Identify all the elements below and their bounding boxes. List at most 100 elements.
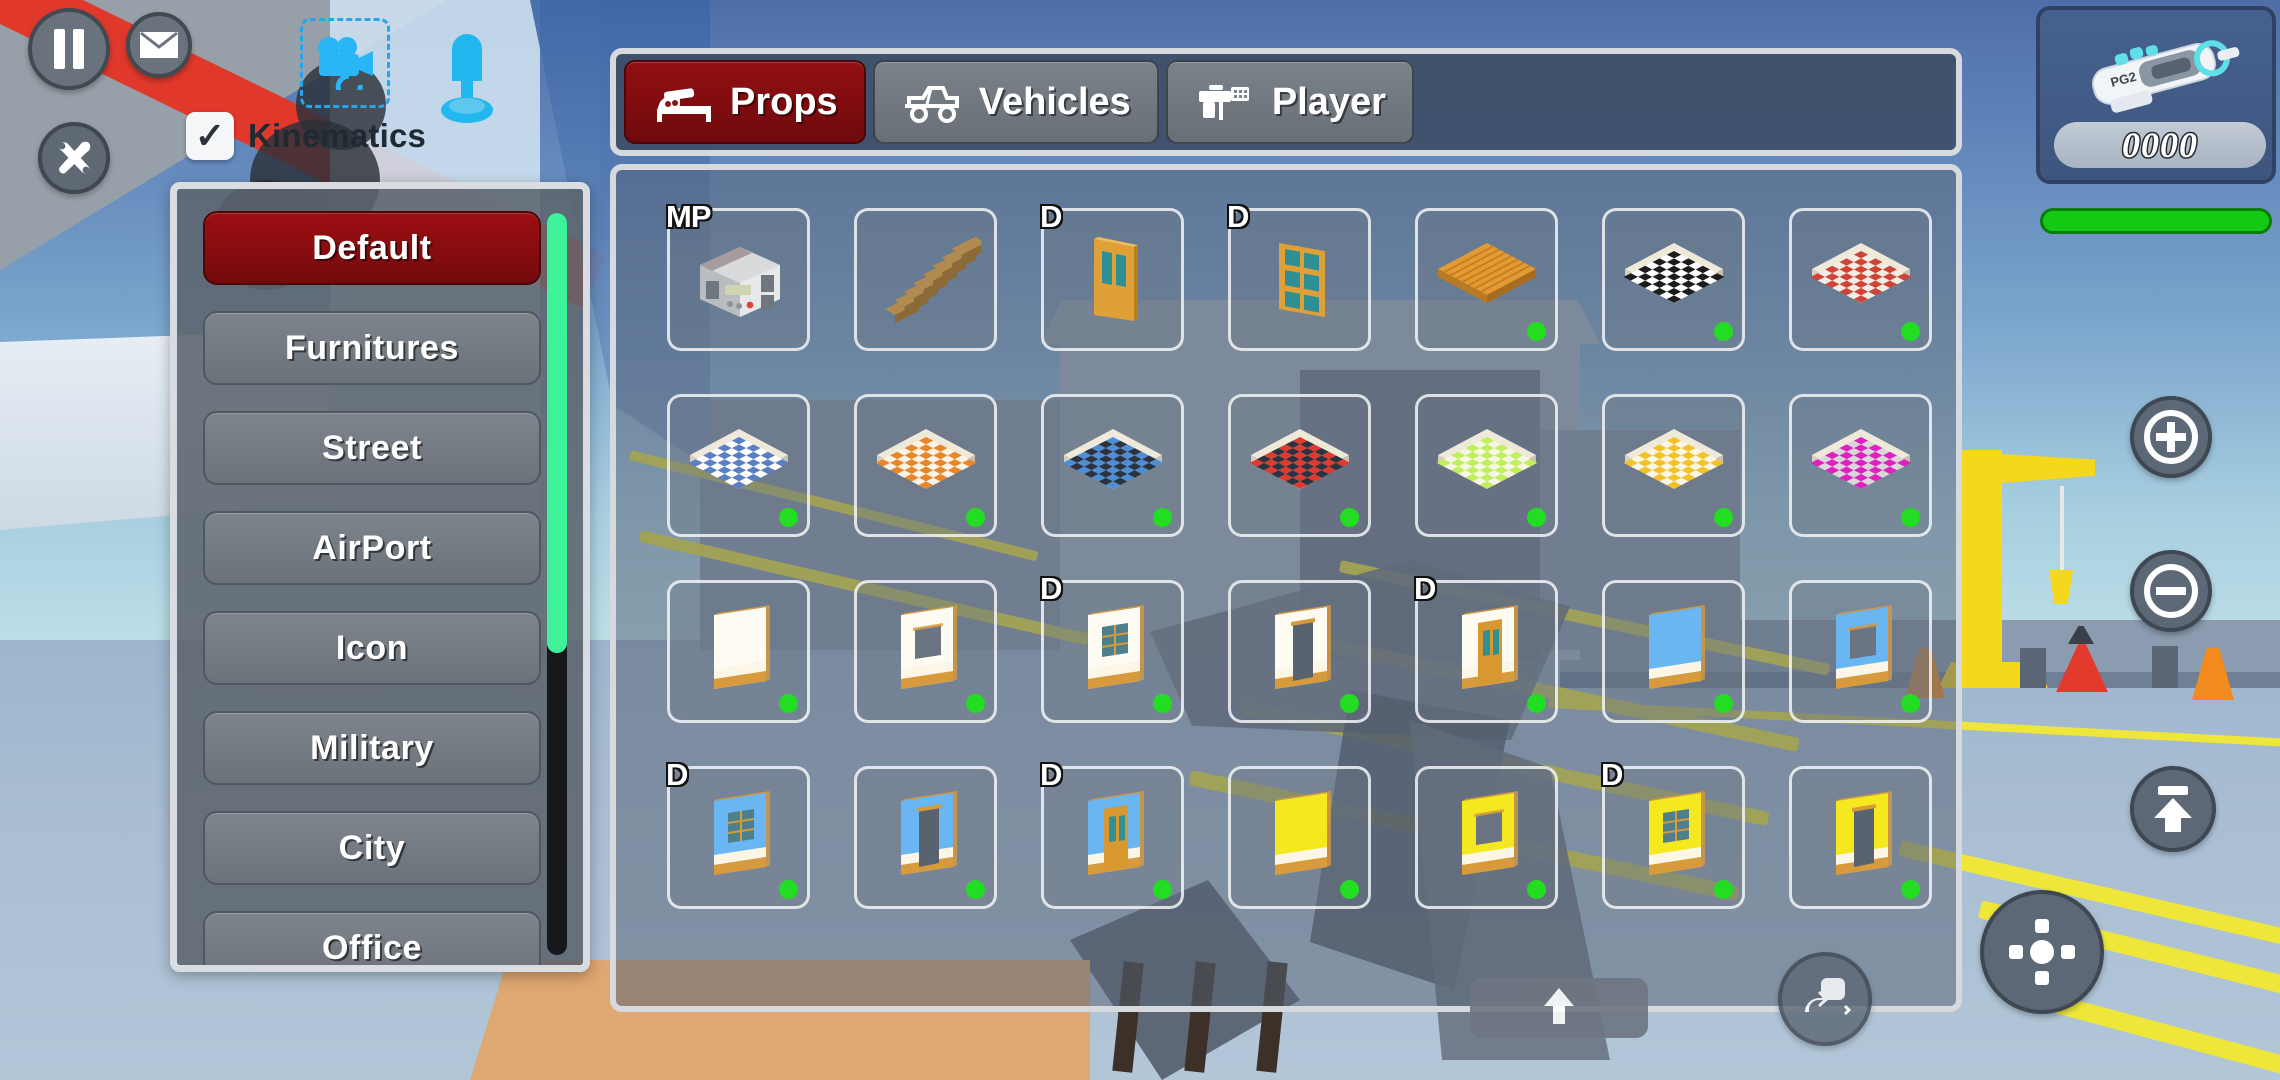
jump-button[interactable]: [2130, 766, 2216, 852]
tab-player[interactable]: Player: [1165, 60, 1414, 144]
zoom-out-button[interactable]: [2130, 550, 2212, 632]
grid-item-checker-floor-green[interactable]: [1415, 394, 1558, 537]
minus-icon: [2142, 562, 2200, 620]
zoom-in-button[interactable]: [2130, 396, 2212, 478]
grid-item-wall-white-wood-door[interactable]: D: [1414, 571, 1558, 723]
grid-item-wooden-door[interactable]: D: [1040, 199, 1184, 351]
rotate-icon: [1797, 972, 1853, 1026]
prop-browser-panel: Props Vehicles Player MP D D D D D D D: [600, 48, 1962, 1012]
item-available-dot: [1901, 880, 1920, 899]
grid-item-boombox[interactable]: MP: [666, 199, 810, 351]
grid-item-wall-plain-white[interactable]: [667, 580, 810, 723]
jeep-icon: [901, 78, 963, 126]
grid-item-checker-floor-magenta[interactable]: [1789, 394, 1932, 537]
grid-item-checker-floor-orange[interactable]: [854, 394, 997, 537]
grid-item-checker-floor-yellow[interactable]: [1602, 394, 1745, 537]
wall-white-doorway-icon: [1245, 597, 1355, 707]
category-scrollbar[interactable]: [547, 213, 567, 955]
rotate-button[interactable]: [1778, 952, 1872, 1046]
category-item-military[interactable]: Military: [203, 711, 541, 785]
grid-item-checker-floor-red[interactable]: [1789, 208, 1932, 351]
move-pad[interactable]: [1980, 890, 2104, 1014]
category-item-icon[interactable]: Icon: [203, 611, 541, 685]
checker-floor-yellow-icon: [1619, 411, 1729, 521]
health-bar: [2040, 208, 2272, 234]
grid-item-wooden-stairs[interactable]: [854, 208, 997, 351]
tab-props[interactable]: Props: [624, 60, 866, 144]
grid-item-wall-blue-window[interactable]: D: [666, 757, 810, 909]
item-available-dot: [1527, 694, 1546, 713]
category-label: Military: [310, 728, 434, 767]
check-icon: ✓: [194, 115, 226, 156]
wooden-door-icon: [1058, 225, 1168, 335]
grid-item-checker-floor-blue-light[interactable]: [667, 394, 810, 537]
grid-item-wall-white-window[interactable]: D: [1040, 571, 1184, 723]
mail-button[interactable]: [126, 12, 192, 78]
item-available-dot: [966, 880, 985, 899]
wall-blue-window-icon: [684, 783, 794, 893]
checker-floor-green-icon: [1432, 411, 1542, 521]
grid-item-checker-floor-black[interactable]: [1602, 208, 1745, 351]
tab-label: Vehicles: [978, 80, 1131, 123]
grid-item-wall-yellow-plain[interactable]: [1228, 766, 1371, 909]
ammo-counter: 0000: [2121, 124, 2199, 167]
category-label: City: [338, 828, 406, 867]
item-available-dot: [966, 508, 985, 527]
category-label: Icon: [335, 628, 409, 667]
grid-item-wall-white-doorway[interactable]: [1228, 580, 1371, 723]
category-label: Default: [312, 228, 432, 267]
item-available-dot: [1340, 508, 1359, 527]
category-item-default[interactable]: Default: [203, 211, 541, 285]
wall-yellow-doorway-icon: [1806, 783, 1916, 893]
grid-item-wood-plank-floor[interactable]: [1415, 208, 1558, 351]
category-item-furnitures[interactable]: Furnitures: [203, 311, 541, 385]
grid-item-wall-blue-wood-door[interactable]: D: [1040, 757, 1184, 909]
raise-panel-button[interactable]: [1470, 978, 1648, 1038]
wall-yellow-window-icon: [1619, 783, 1729, 893]
kinematics-checkbox[interactable]: ✓: [186, 112, 234, 160]
category-item-airport[interactable]: AirPort: [203, 511, 541, 585]
wall-white-opening-icon: [871, 597, 981, 707]
bollard-2: [2152, 646, 2178, 688]
grid-item-wall-blue-opening[interactable]: [1789, 580, 1932, 723]
category-list: Default Furnitures Street AirPort Icon M…: [203, 211, 541, 965]
grid-item-wall-yellow-opening[interactable]: [1415, 766, 1558, 909]
tab-label: Props: [730, 80, 838, 123]
category-panel: Default Furnitures Street AirPort Icon M…: [170, 182, 590, 972]
category-item-street[interactable]: Street: [203, 411, 541, 485]
bollard-1: [2020, 648, 2046, 688]
grid-item-wall-white-opening[interactable]: [854, 580, 997, 723]
grid-item-wall-yellow-doorway[interactable]: [1789, 766, 1932, 909]
envelope-icon: [139, 30, 179, 60]
item-available-dot: [1901, 322, 1920, 341]
item-available-dot: [779, 508, 798, 527]
checker-floor-black-icon: [1619, 225, 1729, 335]
grid-item-checker-floor-red-dark[interactable]: [1228, 394, 1371, 537]
kinematics-toggle[interactable]: ✓ Kinematics: [186, 112, 426, 160]
grid-item-checker-floor-blue-dark[interactable]: [1041, 394, 1184, 537]
grid-item-wall-blue-glass[interactable]: [1602, 580, 1745, 723]
item-available-dot: [1340, 880, 1359, 899]
up-arrow-icon: [1542, 986, 1576, 1031]
player-tool-button[interactable]: [432, 30, 502, 126]
camera-tool-button[interactable]: [300, 18, 390, 108]
item-available-dot: [1714, 508, 1733, 527]
grid-item-wall-blue-doorway[interactable]: [854, 766, 997, 909]
grid-item-wall-yellow-window[interactable]: D: [1601, 757, 1745, 909]
plus-icon: [2142, 408, 2200, 466]
up-arrow-icon: [2150, 784, 2196, 834]
category-label: Furnitures: [284, 328, 460, 367]
checker-floor-orange-icon: [871, 411, 981, 521]
category-scrollbar-thumb[interactable]: [547, 213, 567, 653]
category-label: Street: [322, 428, 422, 467]
item-available-dot: [1153, 880, 1172, 899]
weapon-icon: PG2: [2068, 28, 2254, 118]
tools-button[interactable]: [38, 122, 110, 194]
tab-vehicles[interactable]: Vehicles: [872, 60, 1159, 144]
wall-blue-glass-icon: [1619, 597, 1729, 707]
grid-item-wooden-window[interactable]: D: [1227, 199, 1371, 351]
category-item-office[interactable]: Office: [203, 911, 541, 965]
tab-bar: Props Vehicles Player: [610, 48, 1962, 156]
category-item-city[interactable]: City: [203, 811, 541, 885]
pause-button[interactable]: [28, 8, 110, 90]
